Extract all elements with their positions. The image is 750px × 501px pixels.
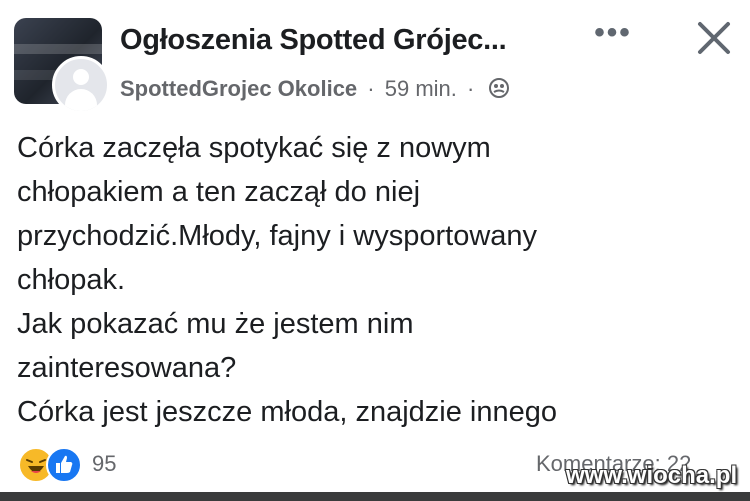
- post-text-line: przychodzić.Młody, fajny i wysportowany: [17, 220, 538, 252]
- post-text-line: chłopak.: [17, 264, 126, 296]
- avatar-head: [73, 69, 89, 85]
- default-avatar-icon[interactable]: [52, 56, 110, 114]
- avatar-body: [65, 89, 97, 111]
- meta-separator: ·: [467, 76, 475, 101]
- like-icon: [46, 447, 82, 483]
- post-text: Córka zaczęła spotykać się z nowym chłop…: [17, 126, 737, 434]
- reaction-count: 95: [92, 451, 117, 476]
- bottom-bar: [0, 492, 750, 501]
- more-options-button[interactable]: •••: [590, 18, 636, 52]
- group-privacy-icon: [488, 77, 510, 105]
- close-icon[interactable]: [692, 16, 736, 60]
- post-meta: SpottedGrojec Okolice · 59 min. ·: [120, 76, 510, 105]
- post-timestamp[interactable]: 59 min.: [385, 76, 457, 101]
- post-text-line: Córka zaczęła spotykać się z nowym: [17, 132, 491, 164]
- post-text-line: zainteresowana?: [17, 352, 237, 384]
- meta-separator: ·: [367, 76, 375, 101]
- author-link[interactable]: SpottedGrojec Okolice: [120, 76, 357, 101]
- group-photo-stripe: [14, 44, 102, 54]
- facebook-post: Ogłoszenia Spotted Grójec... SpottedGroj…: [0, 0, 750, 501]
- watermark: www.wiocha.pl: [566, 462, 738, 489]
- post-text-line: Córka jest jeszcze młoda, znajdzie inneg…: [17, 396, 557, 428]
- post-text-line: Jak pokazać mu że jestem nim: [17, 308, 414, 340]
- post-text-line: chłopakiem a ten zaczął do niej: [17, 176, 421, 208]
- group-name-link[interactable]: Ogłoszenia Spotted Grójec...: [120, 24, 507, 57]
